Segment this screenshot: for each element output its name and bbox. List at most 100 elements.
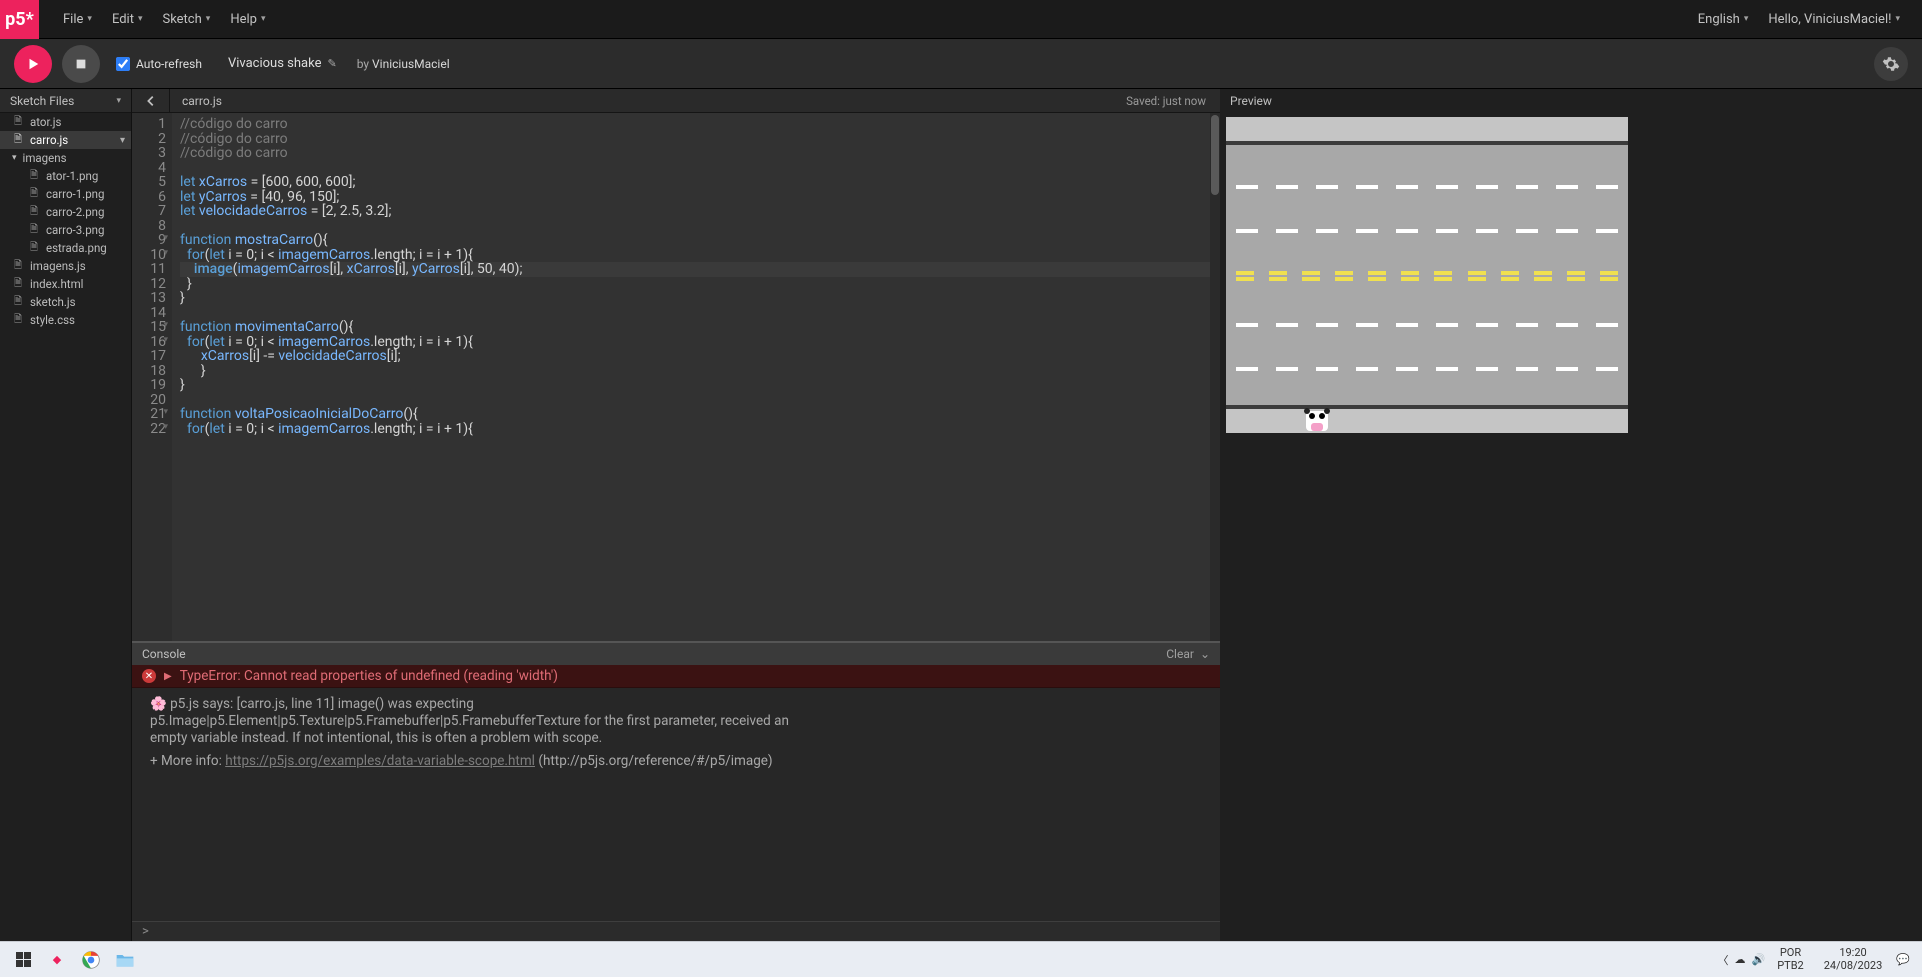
author-label: by ViniciusMaciel (357, 57, 450, 71)
caret-down-icon: ▾ (1744, 14, 1749, 24)
menu-help[interactable]: Help▾ (220, 12, 275, 27)
code-editor[interactable]: 123456789▾10▾1112131415▾16▾1718192021▾22… (132, 113, 1220, 641)
expand-arrow-icon[interactable]: ▶ (164, 671, 172, 682)
file-item[interactable]: 🗎 ator.js (0, 113, 131, 131)
file-name: ator.js (30, 115, 61, 129)
file-name: estrada.png (46, 241, 107, 255)
collapse-sidebar-button[interactable] (132, 89, 170, 113)
start-button[interactable] (6, 946, 40, 974)
author-link[interactable]: ViniciusMaciel (372, 57, 450, 71)
file-item[interactable]: 🗎style.css (0, 311, 131, 329)
actor-cow-sprite (1306, 411, 1328, 431)
file-icon: 🗎 (28, 222, 40, 239)
file-item[interactable]: 🗎 estrada.png (0, 239, 131, 257)
settings-button[interactable] (1874, 47, 1908, 81)
file-item[interactable]: 🗎 index.html (0, 275, 131, 293)
folder-item[interactable]: ▾imagens (0, 149, 131, 167)
chrome-icon (81, 950, 101, 970)
windows-logo-icon (16, 952, 31, 967)
console-panel: Console Clear ⌄ ✕ ▶ TypeError: Cannot re… (132, 641, 1220, 941)
editor-tabbar: carro.js Saved: just now (132, 89, 1220, 113)
file-icon: 🗎 (28, 240, 40, 257)
tray-clock[interactable]: 19:2024/08/2023 (1816, 947, 1891, 971)
console-info-link-row: + More info: https://p5js.org/examples/d… (132, 751, 812, 774)
file-name: carro.js (30, 133, 68, 147)
main-area: Sketch Files ▾ 🗎ator.js🗎carro.js▾▾imagen… (0, 89, 1922, 941)
file-icon: 🗎 (12, 276, 24, 293)
play-icon (26, 57, 40, 71)
current-file-tab: carro.js (170, 94, 234, 108)
tray-chevron-icon[interactable]: 〈 (1718, 952, 1729, 968)
taskbar-explorer[interactable] (108, 946, 142, 974)
windows-taskbar[interactable]: ◆ 〈 ☁ 🔊 PORPTB2 19:2024/08/2023 💬 (0, 941, 1922, 977)
file-name: carro-1.png (46, 187, 104, 201)
console-input[interactable]: > (132, 921, 1220, 941)
stop-icon (74, 57, 88, 71)
console-title: Console (142, 647, 186, 661)
file-item[interactable]: 🗎carro-3.png (0, 221, 131, 239)
system-tray[interactable]: 〈 ☁ 🔊 PORPTB2 19:2024/08/2023 💬 (1718, 947, 1917, 971)
lane-dashes (1236, 323, 1618, 327)
preview-header: Preview (1220, 89, 1922, 113)
auto-refresh-toggle[interactable]: Auto-refresh (116, 57, 202, 71)
menu-sketch[interactable]: Sketch▾ (152, 12, 220, 27)
file-item[interactable]: 🗎 carro-1.png (0, 185, 131, 203)
taskbar-chrome[interactable] (74, 946, 108, 974)
file-icon: 🗎 (12, 258, 24, 275)
tray-volume-icon[interactable]: 🔊 (1752, 953, 1766, 966)
scrollbar-thumb[interactable] (1211, 115, 1219, 195)
lane-dashes (1236, 229, 1618, 233)
chevron-down-icon: ⌄ (1200, 647, 1210, 661)
file-name: imagens.js (30, 259, 86, 273)
taskbar-app-1[interactable]: ◆ (40, 946, 74, 974)
console-error-row[interactable]: ✕ ▶ TypeError: Cannot read properties of… (132, 665, 1220, 688)
tray-language[interactable]: PORPTB2 (1771, 947, 1810, 971)
user-greeting[interactable]: Hello, ViniciusMaciel!▾ (1758, 12, 1910, 27)
file-item[interactable]: 🗎ator-1.png (0, 167, 131, 185)
caret-down-icon: ▾ (206, 14, 211, 24)
file-item[interactable]: 🗎sketch.js (0, 293, 131, 311)
file-item[interactable]: 🗎 imagens.js (0, 257, 131, 275)
console-clear-button[interactable]: Clear ⌄ (1166, 647, 1210, 661)
file-icon: 🗎 (12, 114, 24, 131)
pencil-icon: ✎ (327, 57, 336, 70)
folder-icon (115, 951, 135, 969)
menu-edit[interactable]: Edit▾ (102, 12, 153, 27)
console-link[interactable]: https://p5js.org/examples/data-variable-… (225, 753, 535, 769)
error-icon: ✕ (142, 669, 156, 683)
sketch-name[interactable]: Vivacious shake ✎ (228, 56, 337, 71)
console-prompt-icon: > (142, 924, 149, 939)
language-switcher[interactable]: English▾ (1688, 12, 1759, 27)
tray-cloud-icon[interactable]: ☁ (1735, 953, 1746, 966)
file-name: ator-1.png (46, 169, 98, 183)
chevron-left-icon (144, 94, 158, 108)
caret-down-icon: ▾ (1895, 14, 1900, 24)
pavement-bottom (1226, 409, 1628, 433)
file-icon: 🗎 (12, 132, 24, 149)
code-content[interactable]: //código do carro//código do carro//códi… (172, 113, 1220, 641)
top-menubar: p5* File▾ Edit▾ Sketch▾ Help▾ English▾ H… (0, 0, 1922, 39)
file-icon: 🗎 (28, 186, 40, 203)
editor-scrollbar[interactable] (1210, 113, 1220, 641)
error-message: TypeError: Cannot read properties of und… (180, 668, 558, 684)
editor-column: carro.js Saved: just now 123456789▾10▾11… (132, 89, 1220, 941)
menu-file[interactable]: File▾ (53, 12, 102, 27)
tray-notifications-icon[interactable]: 💬 (1896, 953, 1910, 966)
folder-arrow-icon: ▾ (12, 153, 17, 163)
caret-down-icon: ▾ (261, 14, 266, 24)
caret-down-icon: ▾ (138, 14, 143, 24)
stop-button[interactable] (62, 45, 100, 83)
auto-refresh-checkbox[interactable] (116, 57, 130, 71)
caret-down-icon: ▾ (116, 96, 121, 106)
lane-center-yellow (1236, 271, 1618, 281)
file-item[interactable]: 🗎 carro.js ▾ (0, 131, 131, 149)
lane-dashes (1236, 185, 1618, 189)
chevron-down-icon[interactable]: ▾ (120, 135, 125, 146)
file-icon: 🗎 (12, 294, 24, 311)
sidebar-header[interactable]: Sketch Files ▾ (0, 89, 131, 113)
file-item[interactable]: 🗎carro-2.png (0, 203, 131, 221)
console-body[interactable]: ✕ ▶ TypeError: Cannot read properties of… (132, 665, 1220, 921)
file-name: index.html (30, 277, 83, 291)
auto-refresh-label: Auto-refresh (136, 57, 202, 71)
play-button[interactable] (14, 45, 52, 83)
